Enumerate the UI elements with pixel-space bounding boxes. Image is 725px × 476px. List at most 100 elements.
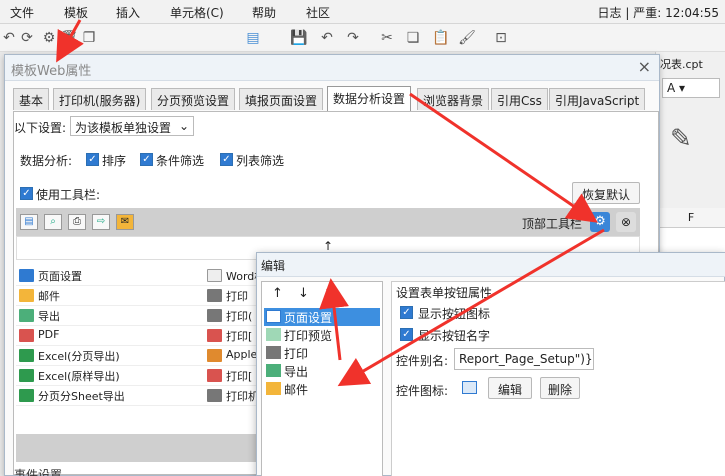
pen-icon[interactable]: ✎ xyxy=(670,124,692,154)
show-icon-checkbox[interactable]: ✓ xyxy=(400,306,413,319)
show-icon-label: 显示按钮图标 xyxy=(418,307,491,321)
show-name-checkbox[interactable]: ✓ xyxy=(400,328,413,341)
delete-icon[interactable]: 🗑 xyxy=(60,29,78,47)
list-item[interactable]: 分页分Sheet导出 xyxy=(16,386,204,406)
tab-css[interactable]: 引用Css xyxy=(491,88,548,110)
list-item-label: 页面设置 xyxy=(284,311,333,325)
preview-icon[interactable]: ⊡ xyxy=(492,29,510,47)
move-up-icon[interactable]: ↑ xyxy=(272,286,283,301)
use-toolbar-checkbox[interactable]: ✓ xyxy=(20,187,33,200)
sort-checkbox[interactable]: ✓ xyxy=(86,153,99,166)
remove-icon[interactable]: ⊗ xyxy=(616,212,636,232)
database-icon[interactable]: ▤ xyxy=(244,29,262,47)
main-toolbar: ↶ ⟳ ⚙ 🗑 ❐ ▤ 💾 ↶ ↷ ✂ ❏ 📋 🖌 ⊡ xyxy=(0,24,725,52)
menu-bar: 文件 模板 插入 单元格(C) 帮助 社区 日志 | 严重: 12:04:55 xyxy=(0,0,725,24)
dialog-title: 模板Web属性 xyxy=(11,64,92,79)
close-icon[interactable]: × xyxy=(638,57,651,76)
menu-template[interactable]: 模板 xyxy=(64,4,88,21)
menu-cell[interactable]: 单元格(C) xyxy=(170,4,224,21)
group-title: 设置表单按钮属性 xyxy=(396,286,493,300)
paste-icon[interactable]: 📋 xyxy=(432,29,450,47)
menu-community[interactable]: 社区 xyxy=(306,4,330,21)
menu-help[interactable]: 帮助 xyxy=(252,4,276,21)
undo-icon[interactable]: ↶ xyxy=(0,29,18,47)
list-item[interactable]: 打印 xyxy=(264,344,380,362)
list-filter-checkbox[interactable]: ✓ xyxy=(220,153,233,166)
word-icon xyxy=(207,269,222,282)
pdf-icon xyxy=(19,329,34,342)
save-icon[interactable]: 💾 xyxy=(290,29,308,47)
error-label: 严重 xyxy=(633,6,658,20)
tab-fill-page[interactable]: 填报页面设置 xyxy=(239,88,324,110)
show-name-label: 显示按钮名字 xyxy=(418,329,491,343)
printer-icon xyxy=(207,389,222,402)
list-item[interactable]: 页面设置 xyxy=(264,308,380,326)
use-toolbar-label: 使用工具栏: xyxy=(36,188,101,202)
delete-button[interactable]: 删除 xyxy=(540,377,580,399)
copy2-icon[interactable]: ❏ xyxy=(404,29,422,47)
menu-file[interactable]: 文件 xyxy=(10,4,34,21)
list-item[interactable]: PDF xyxy=(16,326,204,346)
edit-title: 编辑 xyxy=(261,259,286,273)
restore-default-button[interactable]: 恢复默认 xyxy=(572,182,640,204)
edit-dialog: 编辑 ↑ ↓ ✕ 页面设置 打印预览 打印 导出 邮件 设置表单按钮属性 ✓ 显… xyxy=(256,252,725,476)
icon-label: 控件图标: xyxy=(396,384,449,398)
list-item[interactable]: 打印 xyxy=(204,286,264,306)
refresh-icon[interactable]: ⟳ xyxy=(18,29,36,47)
edit-titlebar: 编辑 xyxy=(257,253,725,277)
list-item[interactable]: Word格 xyxy=(204,266,264,286)
tab-data-analysis[interactable]: 数据分析设置 xyxy=(327,86,412,111)
font-color-dropdown[interactable]: A ▾ xyxy=(662,78,720,98)
column-header[interactable]: F xyxy=(656,208,725,228)
list-item[interactable]: 邮件 xyxy=(264,380,380,398)
print-icon xyxy=(207,289,222,302)
settings-select[interactable]: 为该模板单独设置 ⌄ xyxy=(70,116,194,136)
menu-insert[interactable]: 插入 xyxy=(116,4,140,21)
tab-browser-bg[interactable]: 浏览器背景 xyxy=(417,88,490,110)
move-down-icon[interactable]: ↓ xyxy=(298,286,309,301)
list-item[interactable]: 导出 xyxy=(16,306,204,326)
edit-button[interactable]: 编辑 xyxy=(488,377,532,399)
redo-arrow-icon[interactable]: ↷ xyxy=(344,29,362,47)
list-item[interactable]: 打印[ xyxy=(204,326,264,346)
list-item[interactable]: Apple xyxy=(204,346,264,366)
cut-icon[interactable]: ✂ xyxy=(378,29,396,47)
print-icon[interactable]: ⎙ xyxy=(68,214,86,230)
list-item[interactable]: 邮件 xyxy=(16,286,204,306)
list-item-label: 打印 xyxy=(284,347,309,361)
excel-icon xyxy=(19,349,34,362)
list-item-label: 打印预览 xyxy=(284,329,333,343)
list-item[interactable]: 打印( xyxy=(204,306,264,326)
list-item[interactable]: 打印机 xyxy=(204,386,264,406)
list-item[interactable]: Excel(分页导出) xyxy=(16,346,204,366)
gear-icon[interactable]: ⚙ xyxy=(590,212,610,232)
list-item-label: 导出 xyxy=(38,310,60,323)
filter-checkbox[interactable]: ✓ xyxy=(140,153,153,166)
top-toolbar-preview: ▤ ⌕ ⎙ ⇨ ✉ 顶部工具栏 ⚙ ⊗ xyxy=(16,208,640,236)
tab-basic[interactable]: 基本 xyxy=(13,88,50,110)
alias-input[interactable]: Report_Page_Setup")} xyxy=(454,348,594,370)
list-item[interactable]: Excel(原样导出) xyxy=(16,366,204,386)
log-label[interactable]: 日志 xyxy=(598,6,622,20)
format-brush-icon[interactable]: 🖌 xyxy=(458,29,476,47)
tab-page-preview[interactable]: 分页预览设置 xyxy=(151,88,236,110)
toolbar-item-list: ↑ ↓ ✕ 页面设置 打印预览 打印 导出 邮件 xyxy=(261,281,383,476)
list-item[interactable]: 页面设置 xyxy=(16,266,204,286)
undo-arrow-icon[interactable]: ↶ xyxy=(318,29,336,47)
export-icon[interactable]: ⇨ xyxy=(92,214,110,230)
tab-printer[interactable]: 打印机(服务器) xyxy=(53,88,147,110)
delete-item-icon[interactable]: ✕ xyxy=(324,284,337,303)
list-item-label: Excel(分页导出) xyxy=(38,350,120,363)
settings-icon[interactable]: ⚙ xyxy=(40,29,58,47)
applet-icon xyxy=(207,349,222,362)
tab-javascript[interactable]: 引用JavaScript xyxy=(549,88,646,110)
print-preview-icon[interactable]: ⌕ xyxy=(44,214,62,230)
clock: 12:04:55 xyxy=(665,6,719,20)
page-setup-icon[interactable]: ▤ xyxy=(20,214,38,230)
file-tab[interactable]: 况表.cpt xyxy=(660,56,703,72)
list-item[interactable]: 打印[ xyxy=(204,366,264,386)
email-icon[interactable]: ✉ xyxy=(116,214,134,230)
list-item[interactable]: 导出 xyxy=(264,362,380,380)
copy-icon[interactable]: ❐ xyxy=(80,29,98,47)
list-item[interactable]: 打印预览 xyxy=(264,326,380,344)
